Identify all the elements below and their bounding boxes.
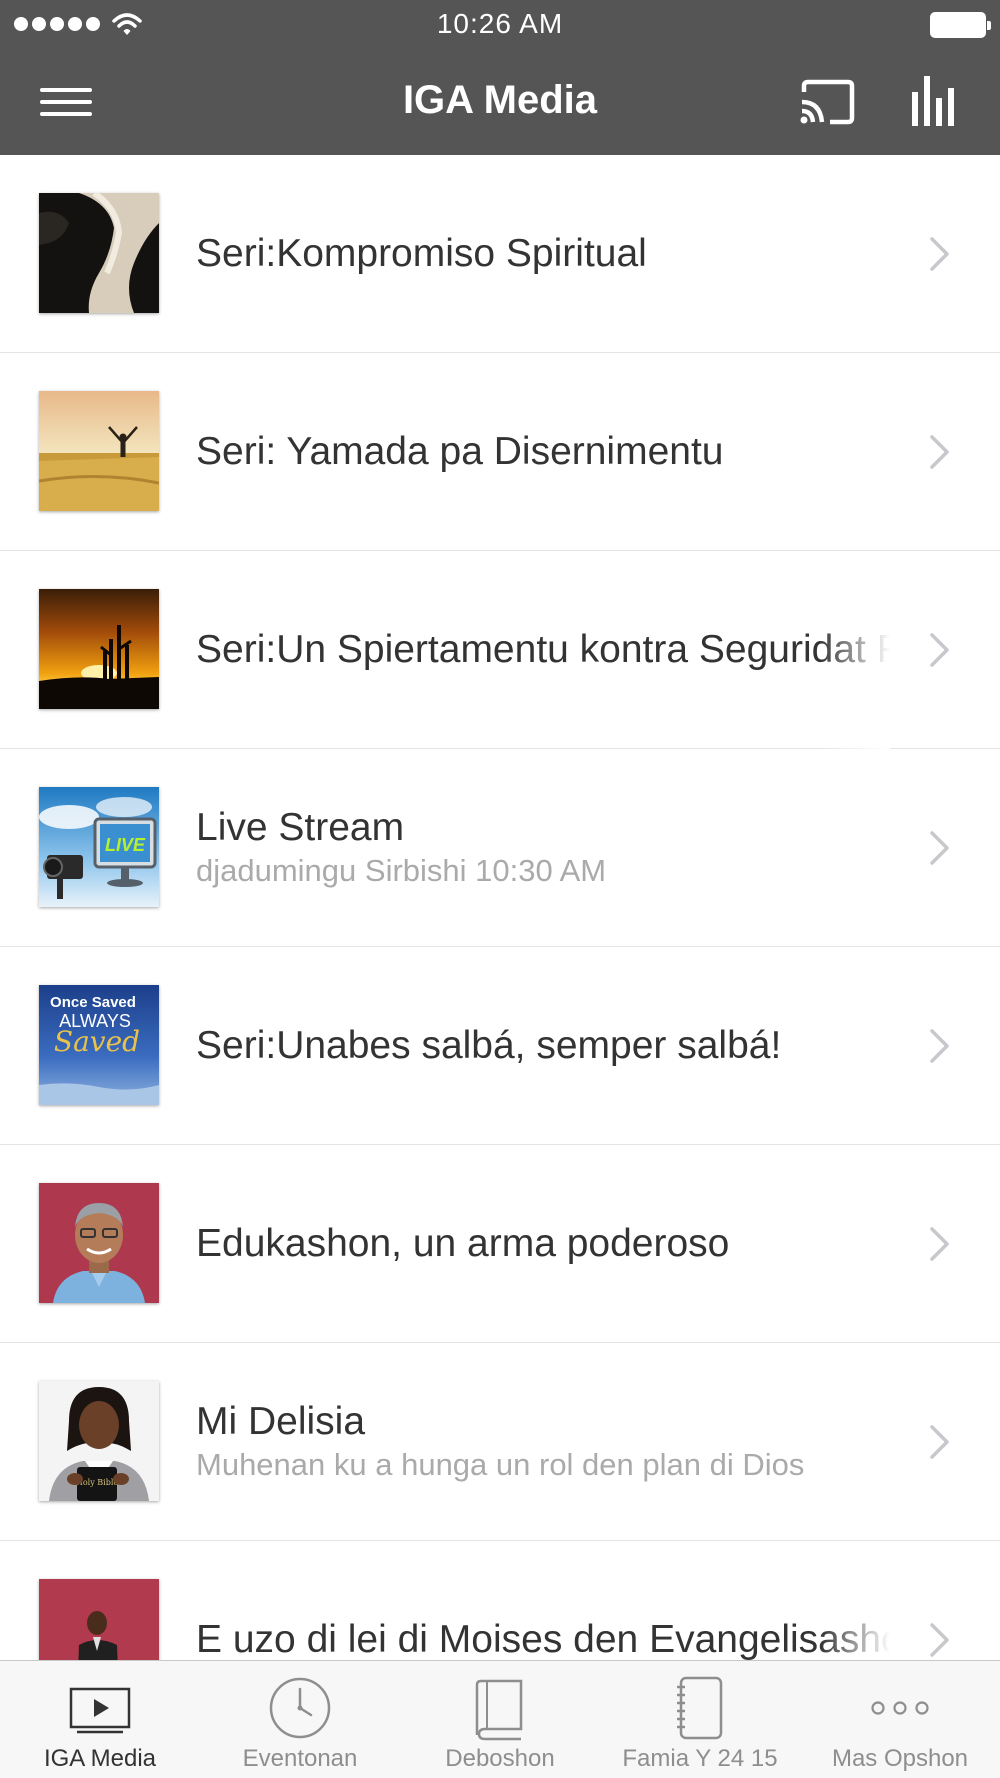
list-item[interactable]: Seri: Yamada pa Disernimentu — [0, 353, 1000, 551]
svg-text:Saved: Saved — [54, 1025, 140, 1058]
tab-label: IGA Media — [43, 1745, 157, 1772]
chevron-right-icon — [930, 633, 949, 667]
title-fade — [820, 1541, 890, 1660]
item-text: Seri: Yamada pa Disernimentu — [196, 353, 890, 551]
notebook-icon — [677, 1676, 723, 1740]
thumbnail-image — [39, 193, 159, 313]
list-item[interactable]: Once Saved ALWAYS Saved Seri:Unabes salb… — [0, 947, 1000, 1145]
item-text: Mi Delisia Muhenan ku a hunga un rol den… — [196, 1343, 890, 1541]
thumbnail-image: Holy Bible — [39, 1381, 159, 1501]
tab-iga-media[interactable]: IGA Media — [0, 1661, 200, 1778]
item-text: Seri:Kompromiso Spiritual — [196, 155, 890, 353]
chevron-right-icon — [930, 1227, 949, 1261]
title-fade — [820, 551, 890, 749]
item-title: Seri:Un Spiertamentu kontra Seguridat Fa… — [196, 628, 890, 671]
chevron-right-icon — [930, 237, 949, 271]
item-title: Mi Delisia — [196, 1400, 366, 1443]
tab-deboshon[interactable]: Deboshon — [400, 1661, 600, 1778]
chevron-right-icon — [930, 1029, 949, 1063]
more-icon — [871, 1701, 929, 1715]
tab-label: Mas Opshon — [831, 1745, 969, 1772]
list-item[interactable]: LIVE Live Stream djadumingu Sirbishi 10:… — [0, 749, 1000, 947]
list-item[interactable]: Edukashon, un arma poderoso — [0, 1145, 1000, 1343]
battery-icon — [930, 12, 991, 38]
chevron-right-icon — [930, 831, 949, 865]
item-text: Seri:Un Spiertamentu kontra Seguridat Fa… — [196, 551, 890, 749]
list-item[interactable]: Seri:Un Spiertamentu kontra Seguridat Fa… — [0, 551, 1000, 749]
media-list: Seri:Kompromiso Spiritual Seri: Yamada p… — [0, 155, 1000, 1660]
book-icon — [475, 1679, 523, 1741]
status-bar: 10:26 AM — [0, 0, 1000, 50]
item-title: Seri: Yamada pa Disernimentu — [196, 430, 724, 473]
thumbnail-image: LIVE — [39, 787, 159, 907]
tab-mas-opshon[interactable]: Mas Opshon — [800, 1661, 1000, 1778]
chevron-right-icon — [930, 435, 949, 469]
clock-icon — [269, 1677, 331, 1739]
item-title: Live Stream — [196, 806, 405, 849]
thumbnail-image — [39, 589, 159, 709]
item-title: Edukashon, un arma poderoso — [196, 1222, 730, 1265]
tab-label: Eventonan — [242, 1745, 358, 1772]
svg-text:LIVE: LIVE — [105, 835, 146, 855]
tab-eventonan[interactable]: Eventonan — [200, 1661, 400, 1778]
chevron-right-icon — [930, 1425, 949, 1459]
top-bar: 10:26 AM IGA Media — [0, 0, 1000, 155]
stats-icon[interactable] — [910, 74, 960, 126]
list-item[interactable]: Holy Bible Mi Delisia Muhenan ku a hunga… — [0, 1343, 1000, 1541]
cast-icon[interactable] — [798, 78, 856, 126]
thumbnail-image: Once Saved ALWAYS Saved — [39, 985, 159, 1105]
item-text: E uzo di lei di Moises den Evangelisasho… — [196, 1541, 890, 1660]
list-item[interactable]: Seri:Kompromiso Spiritual — [0, 155, 1000, 353]
status-time: 10:26 AM — [436, 8, 564, 39]
chevron-right-icon — [930, 1623, 949, 1657]
item-title: Seri:Unabes salbá, semper salbá! — [196, 1024, 782, 1067]
tab-bar: IGA Media Eventonan Deboshon Famia Y 24 … — [0, 1660, 1000, 1778]
thumbnail-image — [39, 1579, 159, 1660]
tab-famia[interactable]: Famia Y 24 15 — [600, 1661, 800, 1778]
tab-label: Famia Y 24 15 — [622, 1745, 778, 1772]
app-screen: 10:26 AM IGA Media Seri:Kompromiso Spiri… — [0, 0, 1000, 1778]
tab-label: Deboshon — [445, 1745, 555, 1772]
svg-text:Once Saved: Once Saved — [50, 994, 136, 1011]
item-text: Seri:Unabes salbá, semper salbá! — [196, 947, 890, 1145]
item-subtitle: djadumingu Sirbishi 10:30 AM — [196, 853, 607, 888]
item-subtitle: Muhenan ku a hunga un rol den plan di Di… — [196, 1447, 805, 1482]
list-item[interactable]: E uzo di lei di Moises den Evangelisasho… — [0, 1541, 1000, 1660]
item-title: Seri:Kompromiso Spiritual — [196, 232, 647, 275]
thumbnail-image — [39, 1183, 159, 1303]
item-title: E uzo di lei di Moises den Evangelisasho… — [196, 1618, 890, 1660]
video-icon — [69, 1687, 131, 1734]
thumbnail-image — [39, 391, 159, 511]
item-text: Edukashon, un arma poderoso — [196, 1145, 890, 1343]
item-text: Live Stream djadumingu Sirbishi 10:30 AM — [196, 749, 890, 947]
